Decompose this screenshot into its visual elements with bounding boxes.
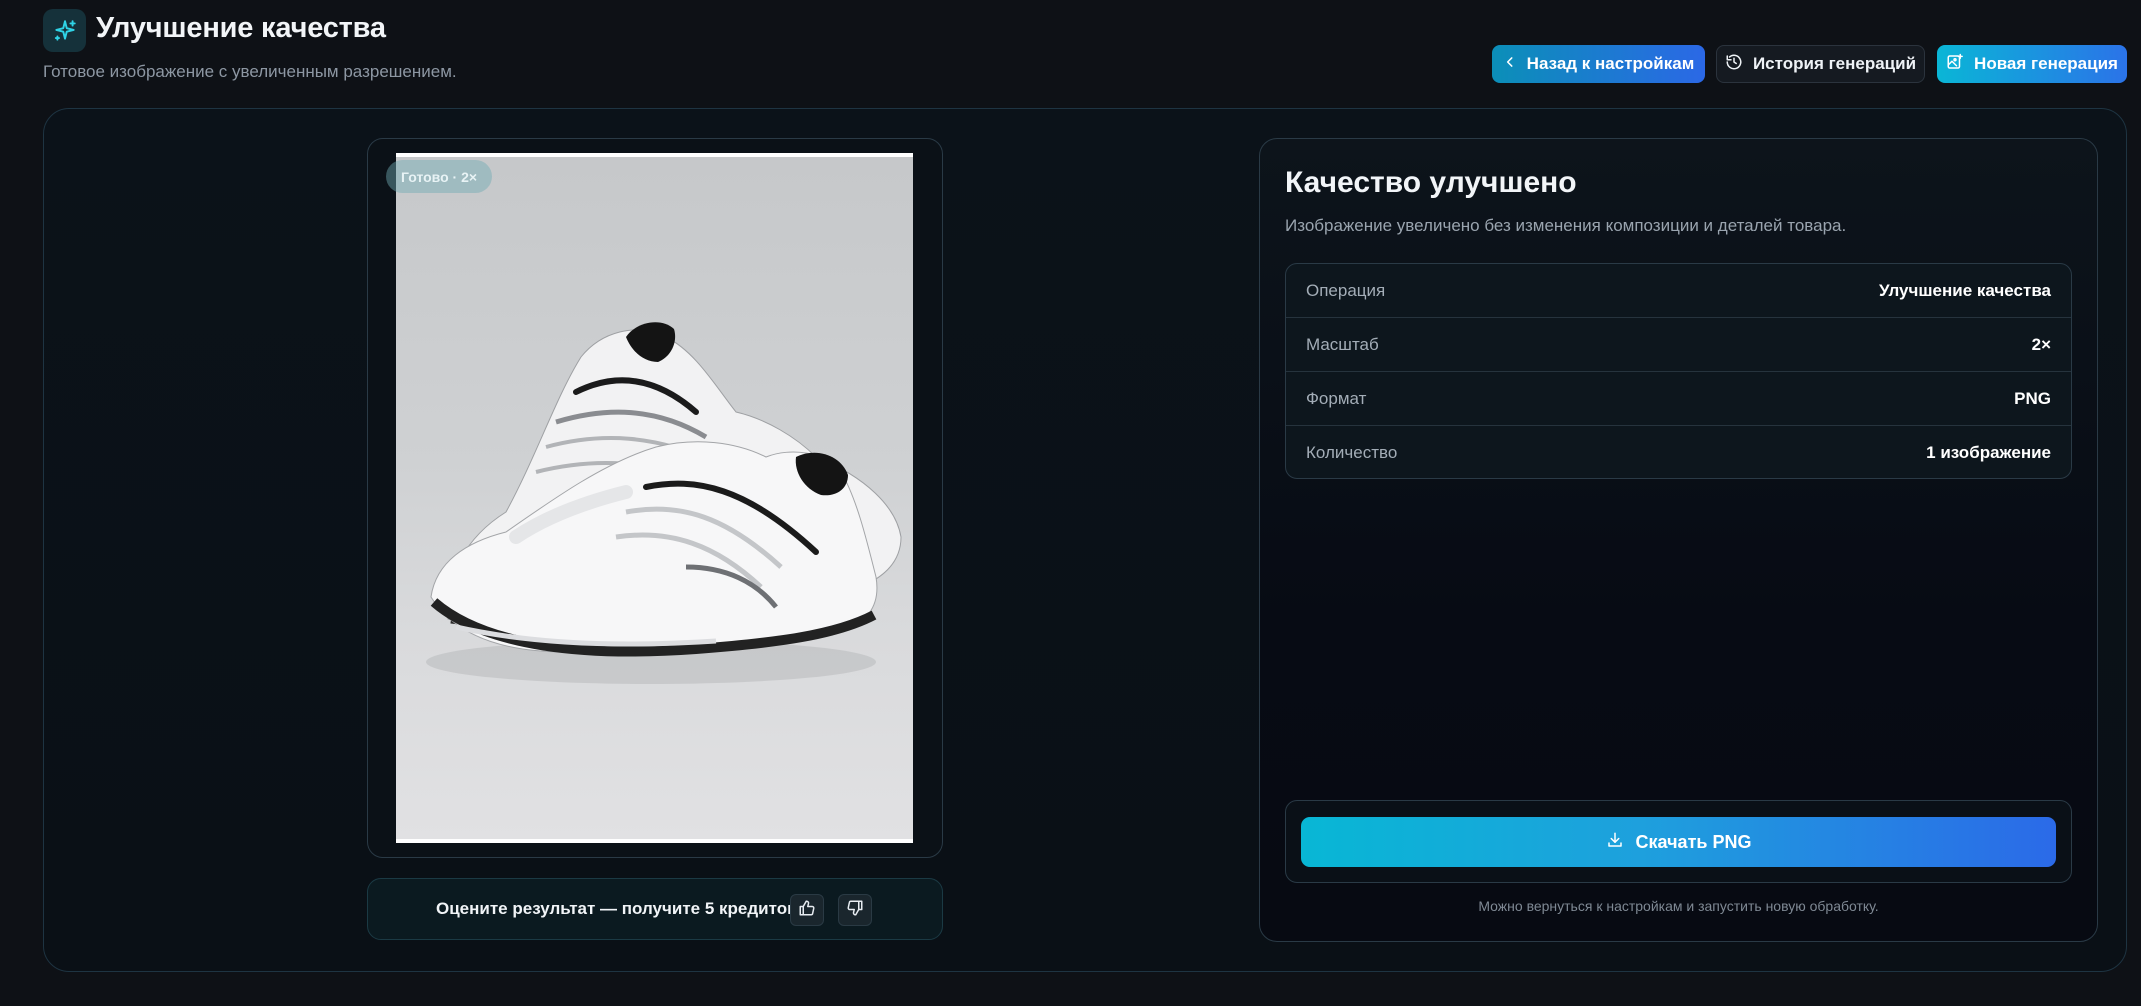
product-photo [396, 157, 913, 839]
spec-row-format: Формат PNG [1286, 372, 2071, 426]
spec-value: Улучшение качества [1878, 280, 2051, 300]
download-icon [1606, 831, 1624, 854]
page: Улучшение качества Готовое изображение с… [0, 0, 2141, 1006]
back-to-settings-button[interactable]: Назад к настройкам [1492, 45, 1705, 83]
result-image[interactable] [396, 153, 913, 843]
page-subtitle: Готовое изображение с увеличенным разреш… [43, 62, 457, 81]
thumbs-up-button[interactable] [790, 894, 824, 926]
footnote: Можно вернуться к настройкам и запустить… [1478, 898, 1879, 914]
image-plus-icon [1946, 53, 1964, 76]
thumbs-up-icon [798, 899, 816, 922]
spec-label: Количество [1306, 443, 1398, 462]
sparkles-icon [43, 9, 86, 52]
status-badge: Готово · 2× [386, 160, 493, 193]
spec-value: 2× [2031, 334, 2051, 354]
new-generation-button[interactable]: Новая генерация [1937, 45, 2127, 83]
result-description: Изображение увеличено без изменения комп… [1285, 216, 1847, 235]
history-button-label: История генераций [1752, 54, 1917, 73]
spec-row-count: Количество 1 изображение [1286, 426, 2071, 478]
spec-value: PNG [2014, 388, 2051, 408]
page-title: Улучшение качества [96, 12, 386, 44]
rating-text: Оцените результат — получите 5 кредитов [436, 899, 798, 918]
spec-label: Операция [1306, 280, 1386, 300]
download-label: Скачать PNG [1635, 831, 1752, 852]
spec-value: 1 изображение [1926, 443, 2051, 462]
spec-label: Масштаб [1306, 334, 1379, 354]
result-title: Качество улучшено [1285, 166, 1577, 199]
spec-row-operation: Операция Улучшение качества [1286, 264, 2071, 318]
rating-bar: Оцените результат — получите 5 кредитов [367, 878, 943, 940]
spec-label: Формат [1306, 388, 1367, 408]
back-button-label: Назад к настройкам [1526, 54, 1695, 73]
thumbs-down-button[interactable] [838, 894, 872, 926]
new-generation-label: Новая генерация [1974, 54, 2118, 73]
history-icon [1725, 53, 1743, 76]
download-png-button[interactable]: Скачать PNG [1301, 817, 2056, 867]
specs-table: Операция Улучшение качества Масштаб 2× Ф… [1285, 263, 2072, 479]
thumbs-down-icon [846, 899, 864, 922]
history-button[interactable]: История генераций [1716, 45, 1925, 83]
chevron-left-icon [1503, 54, 1517, 74]
spec-row-scale: Масштаб 2× [1286, 318, 2071, 372]
